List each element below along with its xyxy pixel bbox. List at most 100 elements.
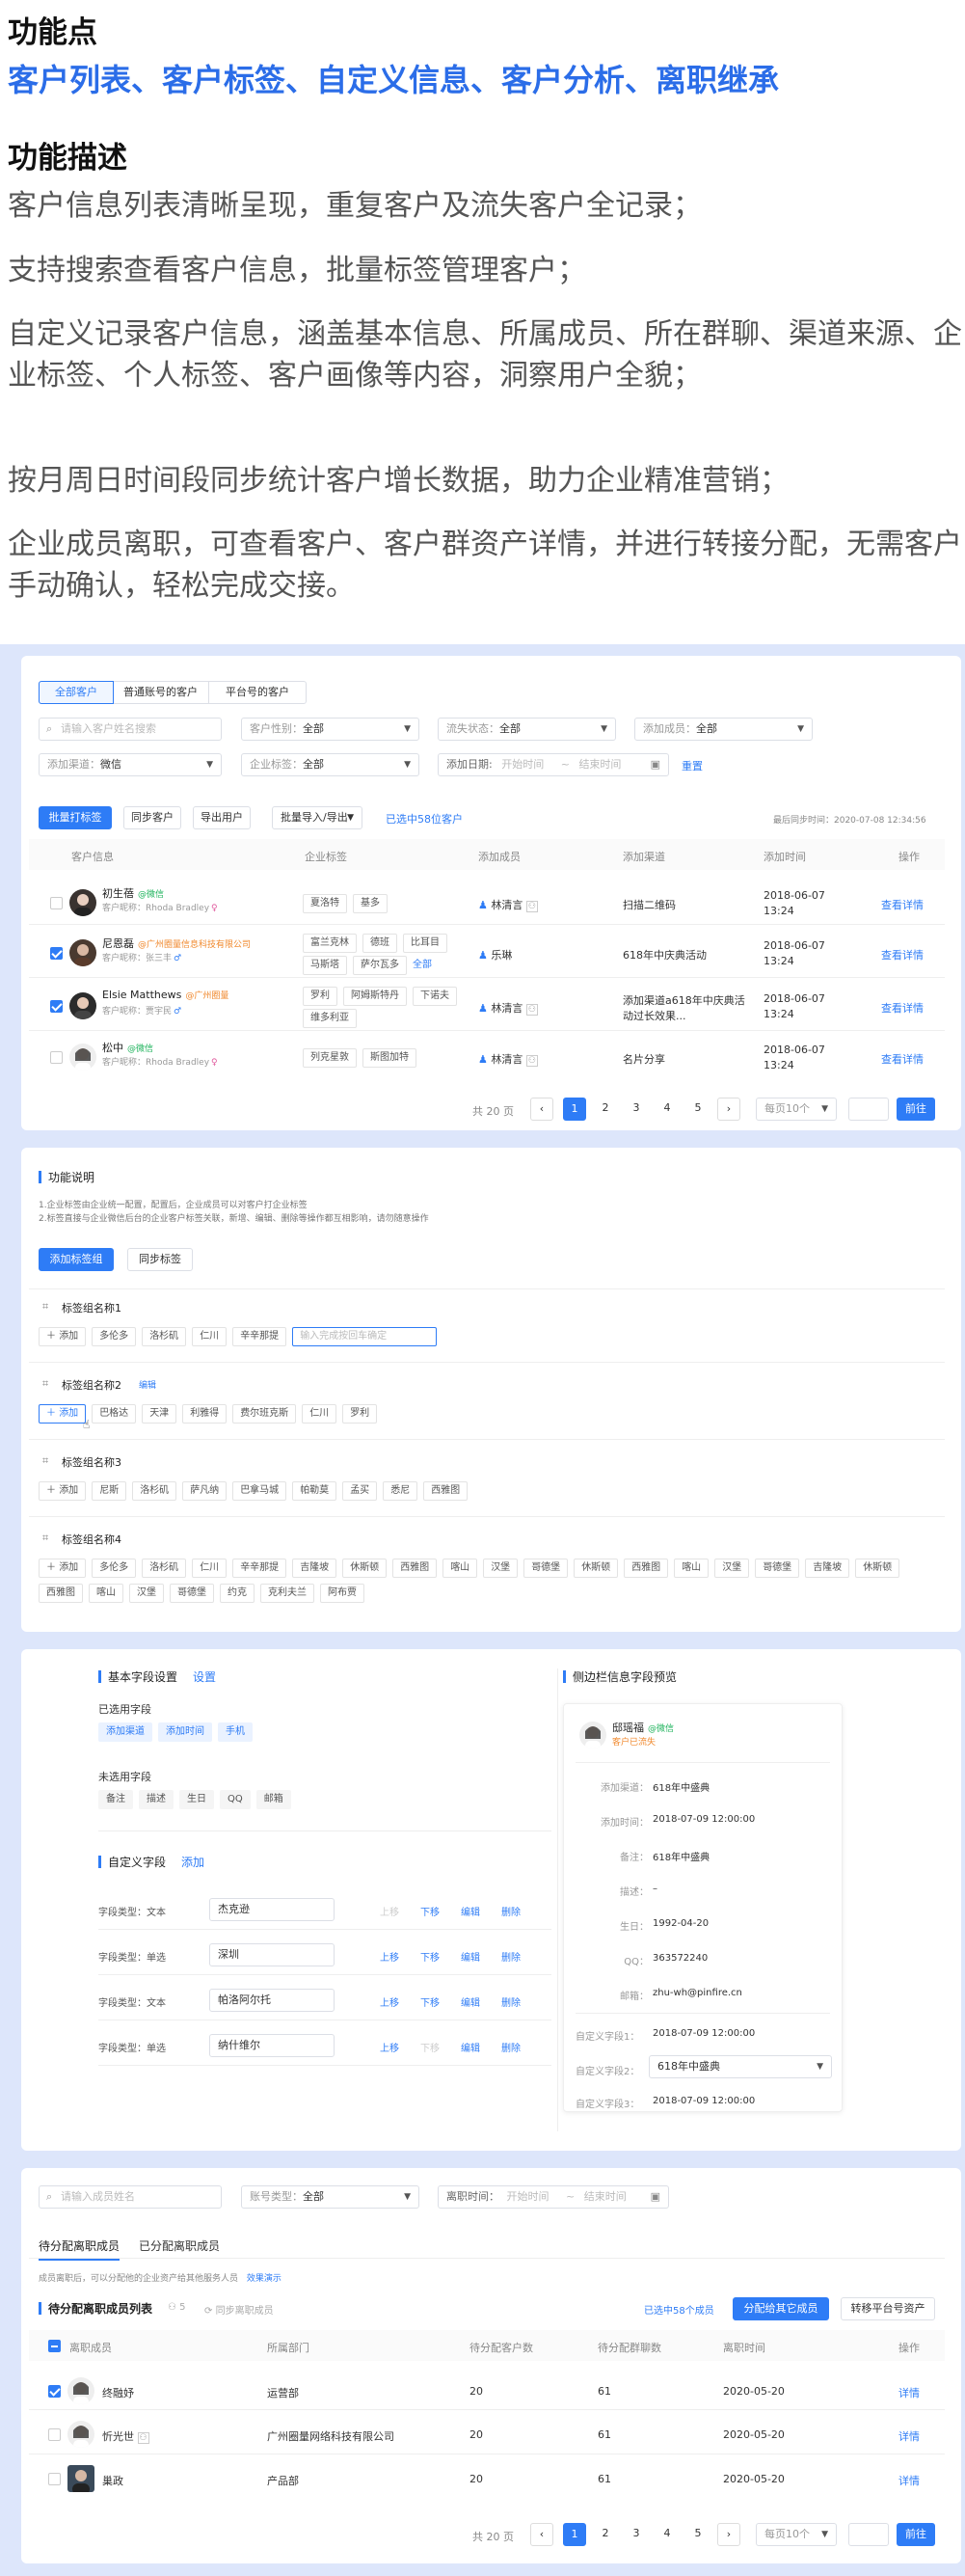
edit-link[interactable]: 编辑 bbox=[461, 2040, 480, 2054]
next-page-button[interactable]: › bbox=[717, 2523, 740, 2546]
field-chip[interactable]: 生日 bbox=[179, 1790, 214, 1809]
add-date-range-input[interactable]: 添加日期: 开始时间 ~ 结束时间 ▣ bbox=[438, 753, 669, 776]
tag[interactable]: 吉隆坡 bbox=[805, 1559, 850, 1578]
page-button[interactable]: 1 bbox=[563, 2523, 586, 2546]
tag[interactable]: 罗利 bbox=[342, 1404, 378, 1424]
all-tags-link[interactable]: 全部 bbox=[413, 956, 432, 975]
tag[interactable]: 休斯顿 bbox=[574, 1559, 619, 1578]
member-search-input[interactable]: ⌕ 请输入成员姓名 bbox=[39, 2185, 222, 2209]
field-value-input[interactable]: 帕洛阿尔托 bbox=[209, 1989, 335, 2012]
tag[interactable]: 喀山 bbox=[674, 1559, 710, 1578]
batch-tag-button[interactable]: 批量打标签 bbox=[39, 806, 112, 829]
churn-status-filter-select[interactable]: 流失状态：全部 ▼ bbox=[438, 718, 616, 741]
prev-page-button[interactable]: ‹ bbox=[530, 1098, 553, 1121]
tag[interactable]: 多伦多 bbox=[92, 1327, 137, 1346]
tag[interactable]: 约克 bbox=[220, 1584, 255, 1603]
tab-assigned-members[interactable]: 已分配离职成员 bbox=[139, 2237, 220, 2254]
delete-link[interactable]: 删除 bbox=[501, 1949, 521, 1964]
new-tag-input[interactable]: 输入完成按回车确定 bbox=[292, 1327, 438, 1346]
tag[interactable]: 哥德堡 bbox=[755, 1559, 800, 1578]
page-button[interactable]: 5 bbox=[686, 2523, 710, 2546]
page-button[interactable]: 2 bbox=[594, 2523, 617, 2546]
move-up-link[interactable]: 上移 bbox=[380, 2040, 399, 2054]
move-down-link[interactable]: 下移 bbox=[420, 1904, 440, 1918]
delete-link[interactable]: 删除 bbox=[501, 1904, 521, 1918]
row-checkbox[interactable] bbox=[48, 2428, 61, 2441]
page-button[interactable]: 2 bbox=[594, 1098, 617, 1121]
customer-search-input[interactable]: ⌕ 请输入客户姓名搜索 bbox=[39, 718, 222, 741]
move-up-link[interactable]: 上移 bbox=[380, 1949, 399, 1964]
tag[interactable]: 辛辛那提 bbox=[232, 1559, 287, 1578]
tag[interactable]: 汉堡 bbox=[714, 1559, 750, 1578]
tag[interactable]: 汉堡 bbox=[129, 1584, 164, 1603]
tag[interactable]: 休斯顿 bbox=[342, 1559, 388, 1578]
member-filter-select[interactable]: 添加成员：全部 ▼ bbox=[634, 718, 813, 741]
edit-group-link[interactable]: 编辑 bbox=[139, 1378, 156, 1391]
row-checkbox[interactable] bbox=[48, 2473, 61, 2485]
tag[interactable]: 克利夫兰 bbox=[260, 1584, 314, 1603]
row-checkbox[interactable] bbox=[50, 1051, 63, 1064]
tag[interactable]: 孟买 bbox=[342, 1481, 378, 1501]
tag[interactable]: 洛杉矶 bbox=[132, 1481, 177, 1501]
tag[interactable]: 休斯顿 bbox=[855, 1559, 900, 1578]
tag[interactable]: 帕勒莫 bbox=[292, 1481, 337, 1501]
view-details-link[interactable]: 查看详情 bbox=[881, 947, 924, 963]
tag[interactable]: 阿布贾 bbox=[320, 1584, 364, 1603]
row-checkbox[interactable] bbox=[48, 2385, 61, 2398]
tag[interactable]: 洛杉矶 bbox=[142, 1327, 187, 1346]
export-users-button[interactable]: 导出用户 bbox=[193, 806, 251, 829]
tag[interactable]: 仁川 bbox=[192, 1327, 228, 1346]
field-chip[interactable]: QQ bbox=[220, 1790, 251, 1809]
page-button[interactable]: 3 bbox=[625, 1098, 648, 1121]
field-chip[interactable]: 备注 bbox=[98, 1790, 133, 1809]
tag[interactable]: 洛杉矶 bbox=[142, 1559, 187, 1578]
field-chip[interactable]: 手机 bbox=[218, 1722, 253, 1742]
move-up-link[interactable]: 上移 bbox=[380, 1904, 399, 1918]
row-checkbox[interactable] bbox=[50, 1000, 63, 1013]
settings-link[interactable]: 设置 bbox=[193, 1668, 216, 1685]
row-checkbox[interactable] bbox=[50, 947, 63, 960]
field-chip[interactable]: 添加渠道 bbox=[98, 1722, 152, 1742]
details-link[interactable]: 详情 bbox=[898, 2385, 920, 2400]
field-chip[interactable]: 添加时间 bbox=[158, 1722, 212, 1742]
edit-link[interactable]: 编辑 bbox=[461, 1904, 480, 1918]
tag[interactable]: 悉尼 bbox=[383, 1481, 418, 1501]
details-link[interactable]: 详情 bbox=[898, 2428, 920, 2444]
view-details-link[interactable]: 查看详情 bbox=[881, 1000, 924, 1016]
page-size-select[interactable]: 每页10个 ▼ bbox=[756, 1098, 837, 1121]
add-tag-button[interactable]: ＋ 添加 bbox=[39, 1481, 87, 1501]
field-chip[interactable]: 邮箱 bbox=[255, 1790, 291, 1809]
page-button[interactable]: 4 bbox=[656, 1098, 679, 1121]
tag[interactable]: 吉隆坡 bbox=[292, 1559, 337, 1578]
prev-page-button[interactable]: ‹ bbox=[530, 2523, 553, 2546]
tab-all-customers[interactable]: 全部客户 bbox=[39, 681, 114, 704]
goto-page-button[interactable]: 前往 bbox=[897, 2523, 935, 2546]
account-type-select[interactable]: 账号类型：全部 ▼ bbox=[241, 2185, 419, 2209]
page-button[interactable]: 5 bbox=[686, 1098, 710, 1121]
channel-filter-select[interactable]: 添加渠道：微信 ▼ bbox=[39, 753, 222, 776]
delete-link[interactable]: 删除 bbox=[501, 2040, 521, 2054]
add-custom-field-link[interactable]: 添加 bbox=[181, 1854, 204, 1870]
tag[interactable]: 仁川 bbox=[192, 1559, 228, 1578]
view-details-link[interactable]: 查看详情 bbox=[881, 1051, 924, 1067]
edit-link[interactable]: 编辑 bbox=[461, 1994, 480, 2009]
reset-link[interactable]: 重置 bbox=[682, 758, 703, 773]
batch-import-export-select[interactable]: 批量导入/导出 ▼ bbox=[272, 806, 362, 829]
tag[interactable]: 费尔班克斯 bbox=[232, 1404, 297, 1424]
field-chip[interactable]: 描述 bbox=[139, 1790, 174, 1809]
tab-normal-account-customers[interactable]: 普通账号的客户 bbox=[113, 682, 209, 703]
tag[interactable]: 多伦多 bbox=[92, 1559, 137, 1578]
field-value-input[interactable]: 杰克逊 bbox=[209, 1898, 335, 1921]
assign-to-others-button[interactable]: 分配给其它成员 bbox=[733, 2297, 829, 2320]
move-down-link[interactable]: 下移 bbox=[420, 1994, 440, 2009]
transfer-platform-assets-button[interactable]: 转移平台号资产 bbox=[841, 2297, 935, 2320]
page-size-select[interactable]: 每页10个 ▼ bbox=[756, 2523, 837, 2546]
field-value-input[interactable]: 纳什维尔 bbox=[209, 2034, 335, 2057]
custom-field-select[interactable]: 618年中盛典 ▼ bbox=[649, 2055, 832, 2078]
sync-tags-button[interactable]: 同步标签 bbox=[127, 1248, 193, 1271]
tag[interactable]: 萨凡纳 bbox=[182, 1481, 228, 1501]
tag[interactable]: 哥德堡 bbox=[170, 1584, 214, 1603]
goto-page-input[interactable] bbox=[848, 1098, 889, 1121]
add-tag-group-button[interactable]: 添加标签组 bbox=[39, 1248, 114, 1271]
tag[interactable]: 尼斯 bbox=[92, 1481, 127, 1501]
